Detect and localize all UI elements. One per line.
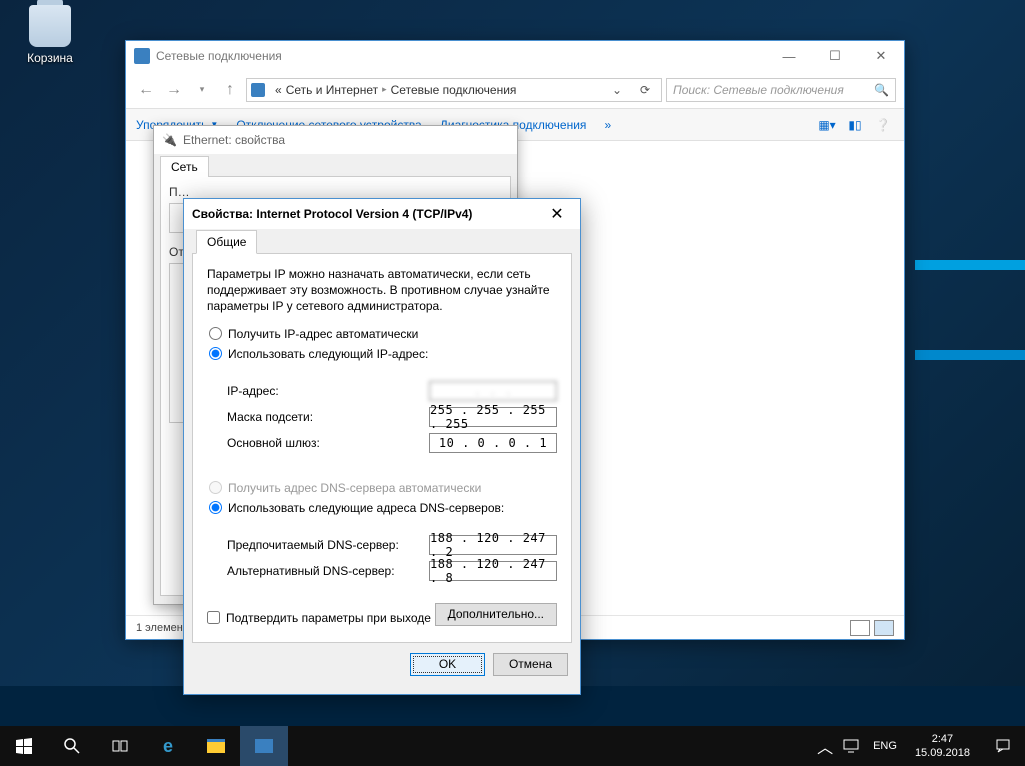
breadcrumb[interactable]: Сеть и Интернет — [286, 83, 378, 97]
close-button[interactable]: ✕ — [542, 204, 572, 224]
taskbar-explorer[interactable] — [192, 726, 240, 766]
language-indicator[interactable]: ENG — [865, 740, 905, 752]
maximize-button[interactable]: ☐ — [812, 41, 858, 71]
folder-icon — [207, 739, 225, 753]
explorer-titlebar[interactable]: Сетевые подключения — ☐ ✕ — [126, 41, 904, 71]
subnet-mask-input[interactable]: 255 . 255 . 255 . 255 — [429, 407, 557, 427]
clock-time: 2:47 — [915, 732, 970, 746]
gateway-label: Основной шлюз: — [227, 436, 429, 450]
view-options-button[interactable]: ▦▾ — [816, 116, 838, 134]
ipv4-properties-dialog: Свойства: Internet Protocol Version 4 (T… — [183, 198, 581, 695]
chevron-up-icon: ︿ — [817, 734, 833, 758]
radio-ip-manual[interactable]: Использовать следующий IP-адрес: — [209, 347, 557, 361]
ok-button[interactable]: OK — [410, 653, 485, 676]
radio-input[interactable] — [209, 347, 222, 360]
radio-input — [209, 481, 222, 494]
ethernet-titlebar[interactable]: 🔌 Ethernet: свойства — [154, 126, 517, 154]
search-button[interactable] — [48, 726, 96, 766]
address-box[interactable]: « Сеть и Интернет ▸ Сетевые подключения … — [246, 78, 662, 102]
tab-general[interactable]: Общие — [196, 230, 257, 254]
help-button[interactable]: ❔ — [872, 116, 894, 134]
ipv4-description: Параметры IP можно назначать автоматичес… — [207, 266, 557, 315]
dropdown-icon[interactable]: ⌄ — [605, 83, 629, 97]
ie-icon: e — [163, 736, 173, 757]
ipv4-titlebar[interactable]: Свойства: Internet Protocol Version 4 (T… — [184, 199, 580, 229]
advanced-button[interactable]: Дополнительно... — [435, 603, 557, 626]
ip-address-label: IP-адрес: — [227, 384, 429, 398]
clock[interactable]: 2:47 15.09.2018 — [905, 732, 980, 761]
monitor-icon — [843, 738, 859, 754]
ethernet-icon: 🔌 — [162, 133, 177, 147]
explorer-title: Сетевые подключения — [156, 49, 282, 63]
decorative-bar — [915, 350, 1025, 360]
radio-ip-auto[interactable]: Получить IP-адрес автоматически — [209, 327, 557, 341]
preview-pane-button[interactable]: ▮▯ — [844, 116, 866, 134]
dns1-label: Предпочитаемый DNS-сервер: — [227, 538, 429, 552]
windows-icon — [16, 738, 32, 754]
up-button[interactable]: ↑ — [218, 78, 242, 102]
recycle-bin-icon — [29, 5, 71, 47]
search-input[interactable] — [673, 83, 874, 97]
taskbar-ie[interactable]: e — [144, 726, 192, 766]
minimize-button[interactable]: — — [766, 41, 812, 71]
dns2-input[interactable]: 188 . 120 . 247 . 8 — [429, 561, 557, 581]
network-icon — [134, 48, 150, 64]
radio-dns-manual[interactable]: Использовать следующие адреса DNS-сервер… — [209, 501, 557, 515]
dns2-label: Альтернативный DNS-сервер: — [227, 564, 429, 578]
task-view-button[interactable] — [96, 726, 144, 766]
notification-icon — [995, 738, 1011, 754]
ipv4-title-text: Свойства: Internet Protocol Version 4 (T… — [192, 207, 472, 221]
search-icon — [64, 738, 80, 754]
icons-view-icon[interactable] — [874, 620, 894, 636]
gateway-input[interactable]: 10 . 0 . 0 . 1 — [429, 433, 557, 453]
status-item-count: 1 элемент — [136, 622, 188, 634]
tray-expand[interactable]: ︿ — [813, 726, 837, 766]
taskbar: e ︿ ENG 2:47 15.09.2018 — [0, 726, 1025, 766]
ethernet-title: Ethernet: свойства — [183, 133, 285, 147]
action-center-button[interactable] — [980, 726, 1025, 766]
taskbar-network-connections[interactable] — [240, 726, 288, 766]
radio-dns-auto: Получить адрес DNS-сервера автоматически — [209, 481, 557, 495]
radio-input[interactable] — [209, 501, 222, 514]
decorative-bar — [915, 260, 1025, 270]
start-button[interactable] — [0, 726, 48, 766]
validate-checkbox[interactable] — [207, 611, 220, 624]
network-icon — [251, 83, 265, 97]
clock-date: 15.09.2018 — [915, 746, 970, 760]
recent-button[interactable]: ▾ — [190, 78, 214, 102]
desktop-icon-recycle-bin[interactable]: Корзина — [15, 5, 85, 65]
ip-address-input[interactable]: . . . — [429, 381, 557, 401]
search-icon[interactable]: 🔍 — [874, 83, 889, 97]
explorer-address-bar: ← → ▾ ↑ « Сеть и Интернет ▸ Сетевые подк… — [126, 71, 904, 109]
chevron-right-icon: ▸ — [382, 84, 387, 95]
task-view-icon — [112, 738, 128, 754]
recycle-bin-label: Корзина — [27, 51, 73, 65]
radio-input[interactable] — [209, 327, 222, 340]
details-view-icon[interactable] — [850, 620, 870, 636]
forward-button[interactable]: → — [162, 78, 186, 102]
cancel-button[interactable]: Отмена — [493, 653, 568, 676]
more-button[interactable]: » — [604, 118, 611, 132]
back-button[interactable]: ← — [134, 78, 158, 102]
close-button[interactable]: ✕ — [858, 41, 904, 71]
dns1-input[interactable]: 188 . 120 . 247 . 2 — [429, 535, 557, 555]
breadcrumb[interactable]: Сетевые подключения — [391, 83, 517, 97]
search-box[interactable]: 🔍 — [666, 78, 896, 102]
subnet-mask-label: Маска подсети: — [227, 410, 429, 424]
tray-network[interactable] — [837, 726, 865, 766]
network-icon — [255, 739, 273, 753]
ipv4-panel: Параметры IP можно назначать автоматичес… — [192, 253, 572, 643]
tab-network[interactable]: Сеть — [160, 156, 209, 177]
refresh-button[interactable]: ⟳ — [633, 83, 657, 97]
